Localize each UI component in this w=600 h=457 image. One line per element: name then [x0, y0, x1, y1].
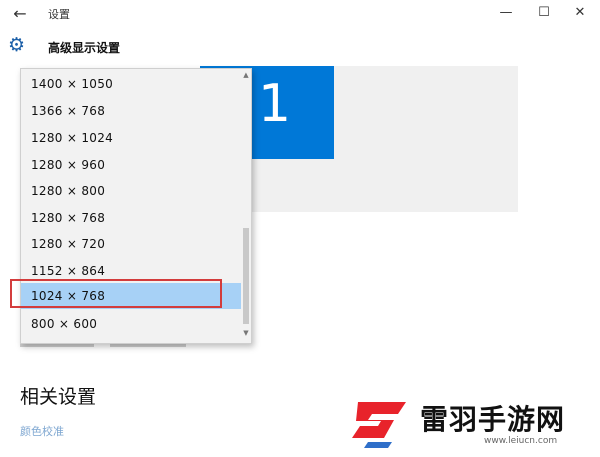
- resolution-option[interactable]: 1280 × 1024: [21, 125, 241, 151]
- gear-icon: ⚙: [8, 34, 26, 56]
- close-button[interactable]: ✕: [566, 2, 594, 24]
- maximize-button[interactable]: ☐: [530, 2, 558, 24]
- resolution-option[interactable]: 1400 × 1050: [21, 71, 241, 97]
- page-header: ⚙ 高级显示设置: [0, 30, 600, 64]
- dropdown-scrollbar[interactable]: ▲ ▼: [242, 70, 250, 340]
- selection-highlight-box: [10, 279, 222, 308]
- resolution-option[interactable]: 1280 × 800: [21, 178, 241, 204]
- scroll-down-icon[interactable]: ▼: [242, 328, 250, 338]
- resolution-option[interactable]: 1280 × 768: [21, 205, 241, 231]
- page-title: 高级显示设置: [48, 41, 121, 55]
- scroll-thumb[interactable]: [243, 228, 249, 324]
- resolution-option[interactable]: 1366 × 768: [21, 98, 241, 124]
- color-calibration-link[interactable]: 颜色校准: [20, 423, 64, 439]
- window-title: 设置: [48, 8, 70, 21]
- brand-name: 雷羽手游网: [420, 403, 566, 436]
- scroll-up-icon[interactable]: ▲: [242, 70, 250, 80]
- back-button[interactable]: ←: [10, 4, 30, 24]
- resolution-option[interactable]: 1280 × 960: [21, 152, 241, 178]
- brand-logo-icon: [352, 402, 406, 448]
- monitor-number: 1: [258, 74, 292, 134]
- resolution-option[interactable]: 800 × 600: [21, 311, 241, 337]
- resolution-option[interactable]: 1280 × 720: [21, 231, 241, 257]
- minimize-button[interactable]: —: [492, 2, 520, 24]
- title-bar: ← 设置 — ☐ ✕: [0, 0, 600, 28]
- brand-url: www.leiucn.com: [484, 436, 558, 446]
- related-settings-title: 相关设置: [20, 386, 97, 408]
